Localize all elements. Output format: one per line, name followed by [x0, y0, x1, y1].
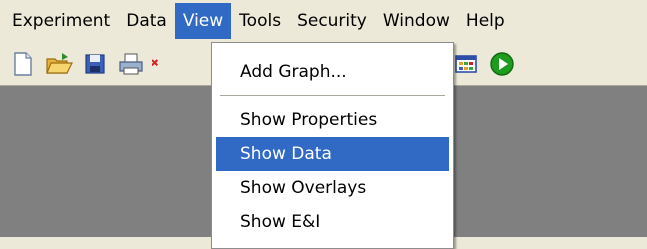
- menu-data[interactable]: Data: [118, 3, 175, 39]
- grid-button[interactable]: [451, 49, 481, 79]
- new-document-button[interactable]: [8, 49, 38, 79]
- menu-view[interactable]: View: [174, 3, 232, 39]
- menu-item-show-data[interactable]: Show Data: [216, 137, 449, 171]
- menu-security[interactable]: Security: [289, 3, 375, 39]
- menu-item-show-overlays[interactable]: Show Overlays: [216, 171, 449, 205]
- open-folder-icon: [46, 52, 73, 74]
- menu-item-show-ei[interactable]: Show E&I: [216, 205, 449, 239]
- menu-help[interactable]: Help: [458, 3, 513, 39]
- print-button[interactable]: [116, 49, 146, 79]
- menu-item-show-properties[interactable]: Show Properties: [216, 103, 449, 137]
- grid-icon: [455, 54, 477, 73]
- save-disk-icon: [85, 53, 105, 74]
- menu-item-add-graph[interactable]: Add Graph...: [216, 55, 449, 89]
- print-icon: [119, 53, 143, 74]
- view-menu-dropdown: Add Graph... Show Properties Show Data S…: [211, 42, 454, 249]
- run-button[interactable]: [487, 49, 517, 79]
- save-button[interactable]: [80, 49, 110, 79]
- menu-tools[interactable]: Tools: [231, 3, 289, 39]
- menu-window[interactable]: Window: [375, 3, 458, 39]
- menu-bar: Experiment Data View Tools Security Wind…: [0, 0, 647, 42]
- open-folder-button[interactable]: [44, 49, 74, 79]
- menu-separator: [220, 95, 445, 96]
- delete-icon: [152, 58, 159, 66]
- run-icon: [490, 51, 514, 76]
- menu-experiment[interactable]: Experiment: [4, 3, 118, 39]
- new-document-icon: [14, 51, 32, 76]
- delete-button[interactable]: [152, 49, 160, 79]
